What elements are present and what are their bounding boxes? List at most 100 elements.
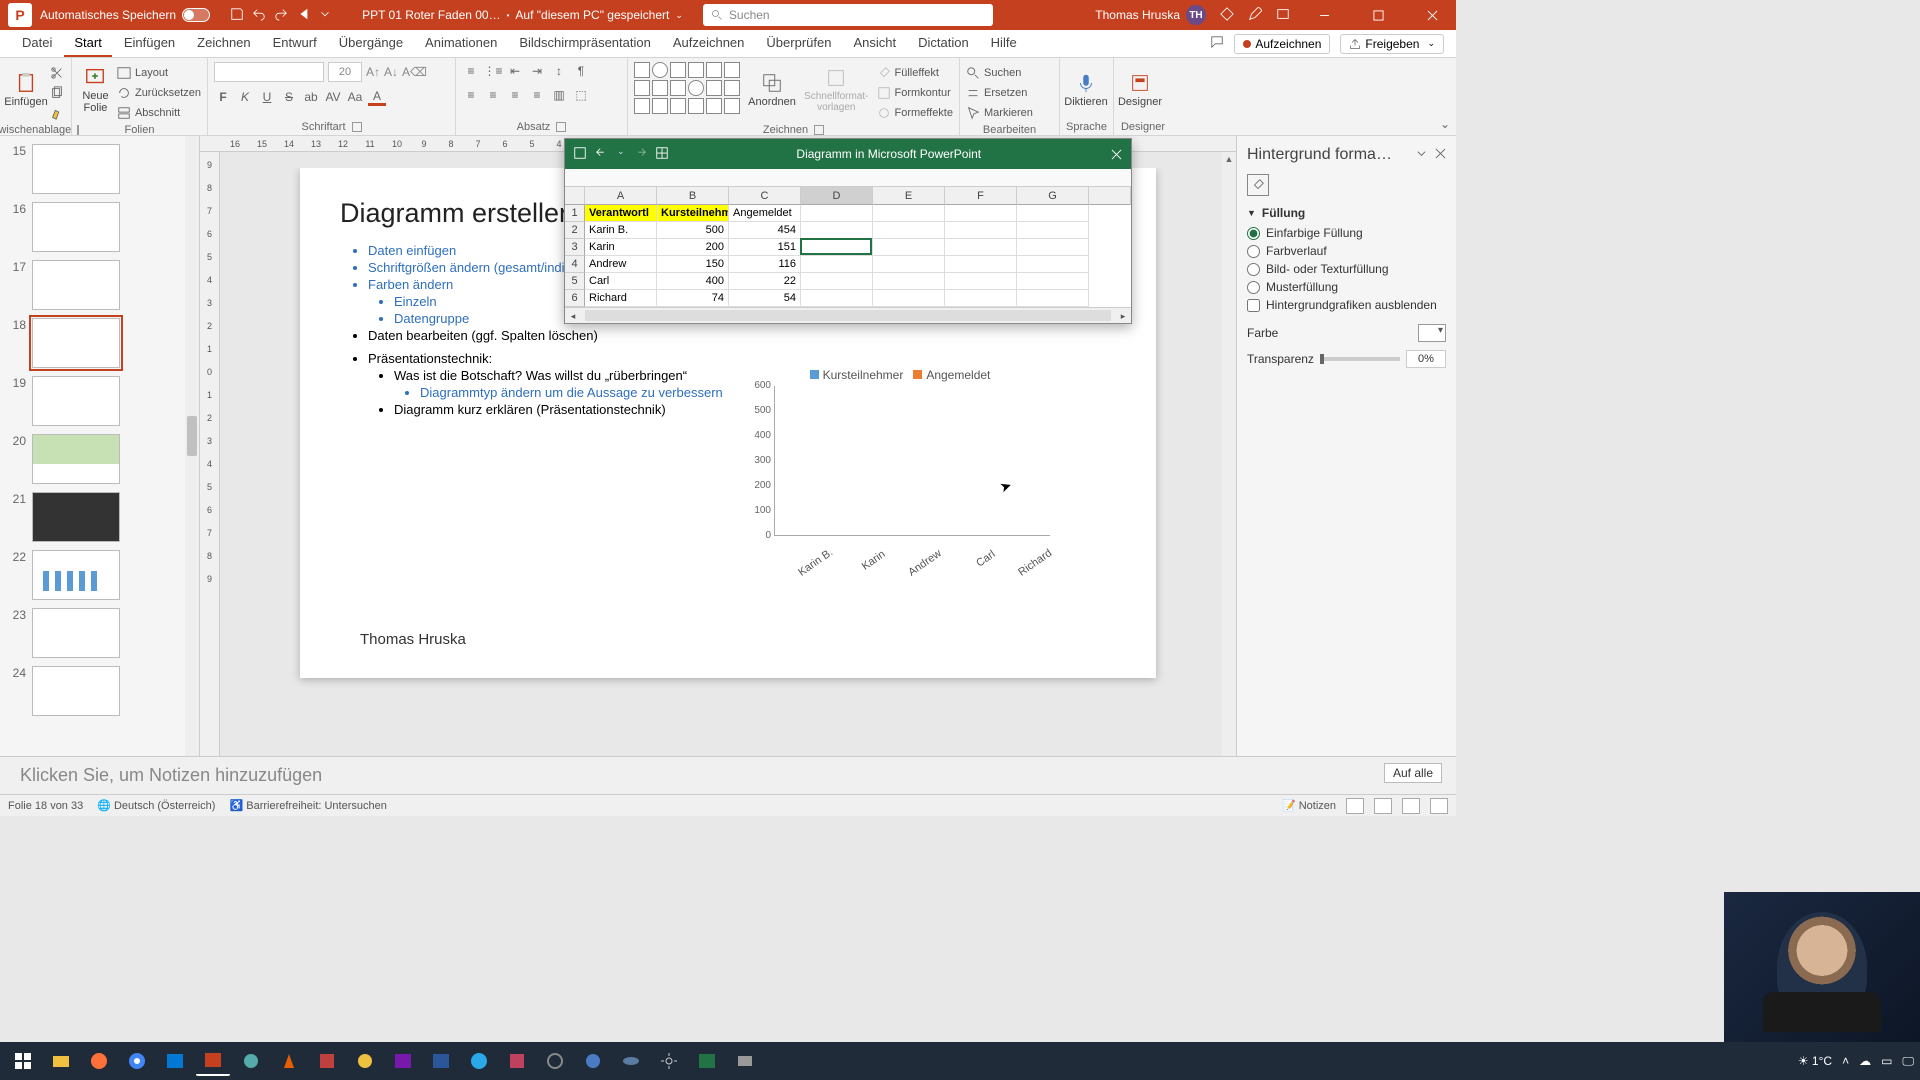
grow-font-icon[interactable]: A↑ xyxy=(366,65,380,79)
bullets-button[interactable]: ≡ xyxy=(462,62,480,80)
app-icon-10[interactable] xyxy=(348,1046,382,1076)
layout-button[interactable]: Layout xyxy=(117,64,201,82)
shape-fill-button[interactable]: Fülleffekt xyxy=(877,64,954,82)
tab-ueberpruefen[interactable]: Überprüfen xyxy=(756,30,841,57)
justify-button[interactable]: ≡ xyxy=(528,86,546,104)
telegram-icon[interactable] xyxy=(462,1046,496,1076)
slide-thumb-17[interactable]: 17 xyxy=(0,256,199,314)
replace-button[interactable]: Ersetzen xyxy=(966,84,1033,102)
fill-option-0[interactable]: Einfarbige Füllung xyxy=(1247,226,1446,240)
bold-button[interactable]: F xyxy=(214,88,232,106)
save-icon[interactable] xyxy=(230,7,244,24)
cut-button[interactable] xyxy=(50,64,64,82)
window-icon[interactable] xyxy=(1276,7,1290,24)
launcher-icon[interactable] xyxy=(77,125,79,135)
scroll-right-icon[interactable]: ▸ xyxy=(1115,308,1131,324)
share-button[interactable]: Freigeben⌄ xyxy=(1340,34,1444,54)
tab-uebergaenge[interactable]: Übergänge xyxy=(329,30,413,57)
launcher-icon[interactable] xyxy=(814,125,824,135)
reset-button[interactable]: Zurücksetzen xyxy=(117,84,201,102)
data-grid[interactable]: ABCDEFG1VerantwortlKursteilnehmeAngemeld… xyxy=(565,187,1131,307)
onenote-icon[interactable] xyxy=(386,1046,420,1076)
tab-animationen[interactable]: Animationen xyxy=(415,30,507,57)
chart-data-close-button[interactable] xyxy=(1101,149,1131,160)
tab-einfuegen[interactable]: Einfügen xyxy=(114,30,185,57)
explorer-icon[interactable] xyxy=(44,1046,78,1076)
comments-icon[interactable] xyxy=(1210,35,1224,52)
slide-thumbnails[interactable]: 15161718192021222324 xyxy=(0,136,200,756)
from-beginning-icon[interactable] xyxy=(296,7,310,24)
tab-start[interactable]: Start xyxy=(64,30,111,57)
chart-data-titlebar[interactable]: ⌄ Diagramm in Microsoft PowerPoint xyxy=(565,139,1131,169)
format-painter-button[interactable] xyxy=(50,104,64,122)
sheet-save-icon[interactable] xyxy=(573,146,587,163)
panel-close-button[interactable] xyxy=(1435,146,1446,164)
tab-entwurf[interactable]: Entwurf xyxy=(263,30,327,57)
firefox-icon[interactable] xyxy=(82,1046,116,1076)
color-picker[interactable] xyxy=(1418,324,1446,342)
paste-button[interactable]: Einfügen xyxy=(6,62,46,118)
char-spacing-button[interactable]: AV xyxy=(324,88,342,106)
slide-thumb-24[interactable]: 24 xyxy=(0,662,199,720)
slide-thumb-15[interactable]: 15 xyxy=(0,140,199,198)
fill-tab-icon[interactable] xyxy=(1247,174,1269,196)
numbering-button[interactable]: ⋮≡ xyxy=(484,62,502,80)
app-icon-15[interactable] xyxy=(538,1046,572,1076)
columns-button[interactable]: ▥ xyxy=(550,86,568,104)
record-button[interactable]: Aufzeichnen xyxy=(1234,34,1330,54)
strikethrough-button[interactable]: S xyxy=(280,88,298,106)
font-size-select[interactable]: 20 xyxy=(328,62,362,82)
slide-thumb-20[interactable]: 20 xyxy=(0,430,199,488)
sheet-scrollbar-h[interactable]: ◂ ▸ xyxy=(565,307,1131,323)
app-icon-17[interactable] xyxy=(614,1046,648,1076)
notes-pane[interactable]: Klicken Sie, um Notizen hinzuzufügen Auf… xyxy=(0,756,1456,794)
shrink-font-icon[interactable]: A↓ xyxy=(384,65,398,79)
diamond-icon[interactable] xyxy=(1220,7,1234,24)
shape-effects-button[interactable]: Formeffekte xyxy=(877,104,954,122)
chart-data-window[interactable]: ⌄ Diagramm in Microsoft PowerPoint ABCDE… xyxy=(564,138,1132,324)
slide-thumb-19[interactable]: 19 xyxy=(0,372,199,430)
change-case-button[interactable]: Aa xyxy=(346,88,364,106)
select-button[interactable]: Markieren xyxy=(966,104,1033,122)
apply-all-button[interactable]: Auf alle xyxy=(1384,763,1442,783)
thumbnail-scrollbar[interactable] xyxy=(185,136,199,756)
minimize-button[interactable] xyxy=(1304,0,1344,30)
tab-datei[interactable]: Datei xyxy=(12,30,62,57)
app-icon-16[interactable] xyxy=(576,1046,610,1076)
find-button[interactable]: Suchen xyxy=(966,64,1033,82)
quickstyles-button[interactable]: Schnellformat- vorlagen xyxy=(804,62,868,118)
tab-ansicht[interactable]: Ansicht xyxy=(843,30,906,57)
dictate-button[interactable]: Diktieren xyxy=(1066,62,1106,118)
decrease-indent-button[interactable]: ⇤ xyxy=(506,62,524,80)
tray-chevron-icon[interactable]: ˄ xyxy=(1842,1054,1849,1068)
align-center-button[interactable]: ≡ xyxy=(484,86,502,104)
reading-view-button[interactable] xyxy=(1402,798,1420,814)
close-button[interactable] xyxy=(1412,0,1452,30)
align-left-button[interactable]: ≡ xyxy=(462,86,480,104)
outlook-icon[interactable] xyxy=(158,1046,192,1076)
redo-icon[interactable] xyxy=(274,7,288,24)
accessibility-button[interactable]: ♿ Barrierefreiheit: Untersuchen xyxy=(229,799,386,812)
weather-widget[interactable]: ☀ 1°C xyxy=(1798,1054,1832,1068)
slideshow-view-button[interactable] xyxy=(1430,798,1448,814)
slide-thumb-18[interactable]: 18 xyxy=(0,314,199,372)
undo-icon[interactable] xyxy=(252,7,266,24)
taskbar[interactable]: ☀ 1°C ˄ ☁ ▭ 🖵 xyxy=(0,1042,1920,1080)
fill-option-2[interactable]: Bild- oder Texturfüllung xyxy=(1247,262,1446,276)
tab-hilfe[interactable]: Hilfe xyxy=(981,30,1027,57)
launcher-icon[interactable] xyxy=(352,122,362,132)
powerpoint-icon[interactable] xyxy=(196,1046,230,1076)
more-icon[interactable] xyxy=(318,7,332,24)
tray-monitor-icon[interactable]: 🖵 xyxy=(1902,1054,1914,1069)
start-button[interactable] xyxy=(6,1046,40,1076)
sheet-grid-icon[interactable] xyxy=(655,146,669,163)
fill-option-3[interactable]: Musterfüllung xyxy=(1247,280,1446,294)
fill-option-1[interactable]: Farbverlauf xyxy=(1247,244,1446,258)
pen-icon[interactable] xyxy=(1248,7,1262,24)
designer-button[interactable]: Designer xyxy=(1120,62,1160,118)
fill-section-header[interactable]: ▼Füllung xyxy=(1247,206,1446,220)
sheet-redo-icon[interactable] xyxy=(633,146,647,163)
text-direction-button[interactable]: ¶ xyxy=(572,62,590,80)
section-button[interactable]: Abschnitt xyxy=(117,104,201,122)
slide-thumb-23[interactable]: 23 xyxy=(0,604,199,662)
